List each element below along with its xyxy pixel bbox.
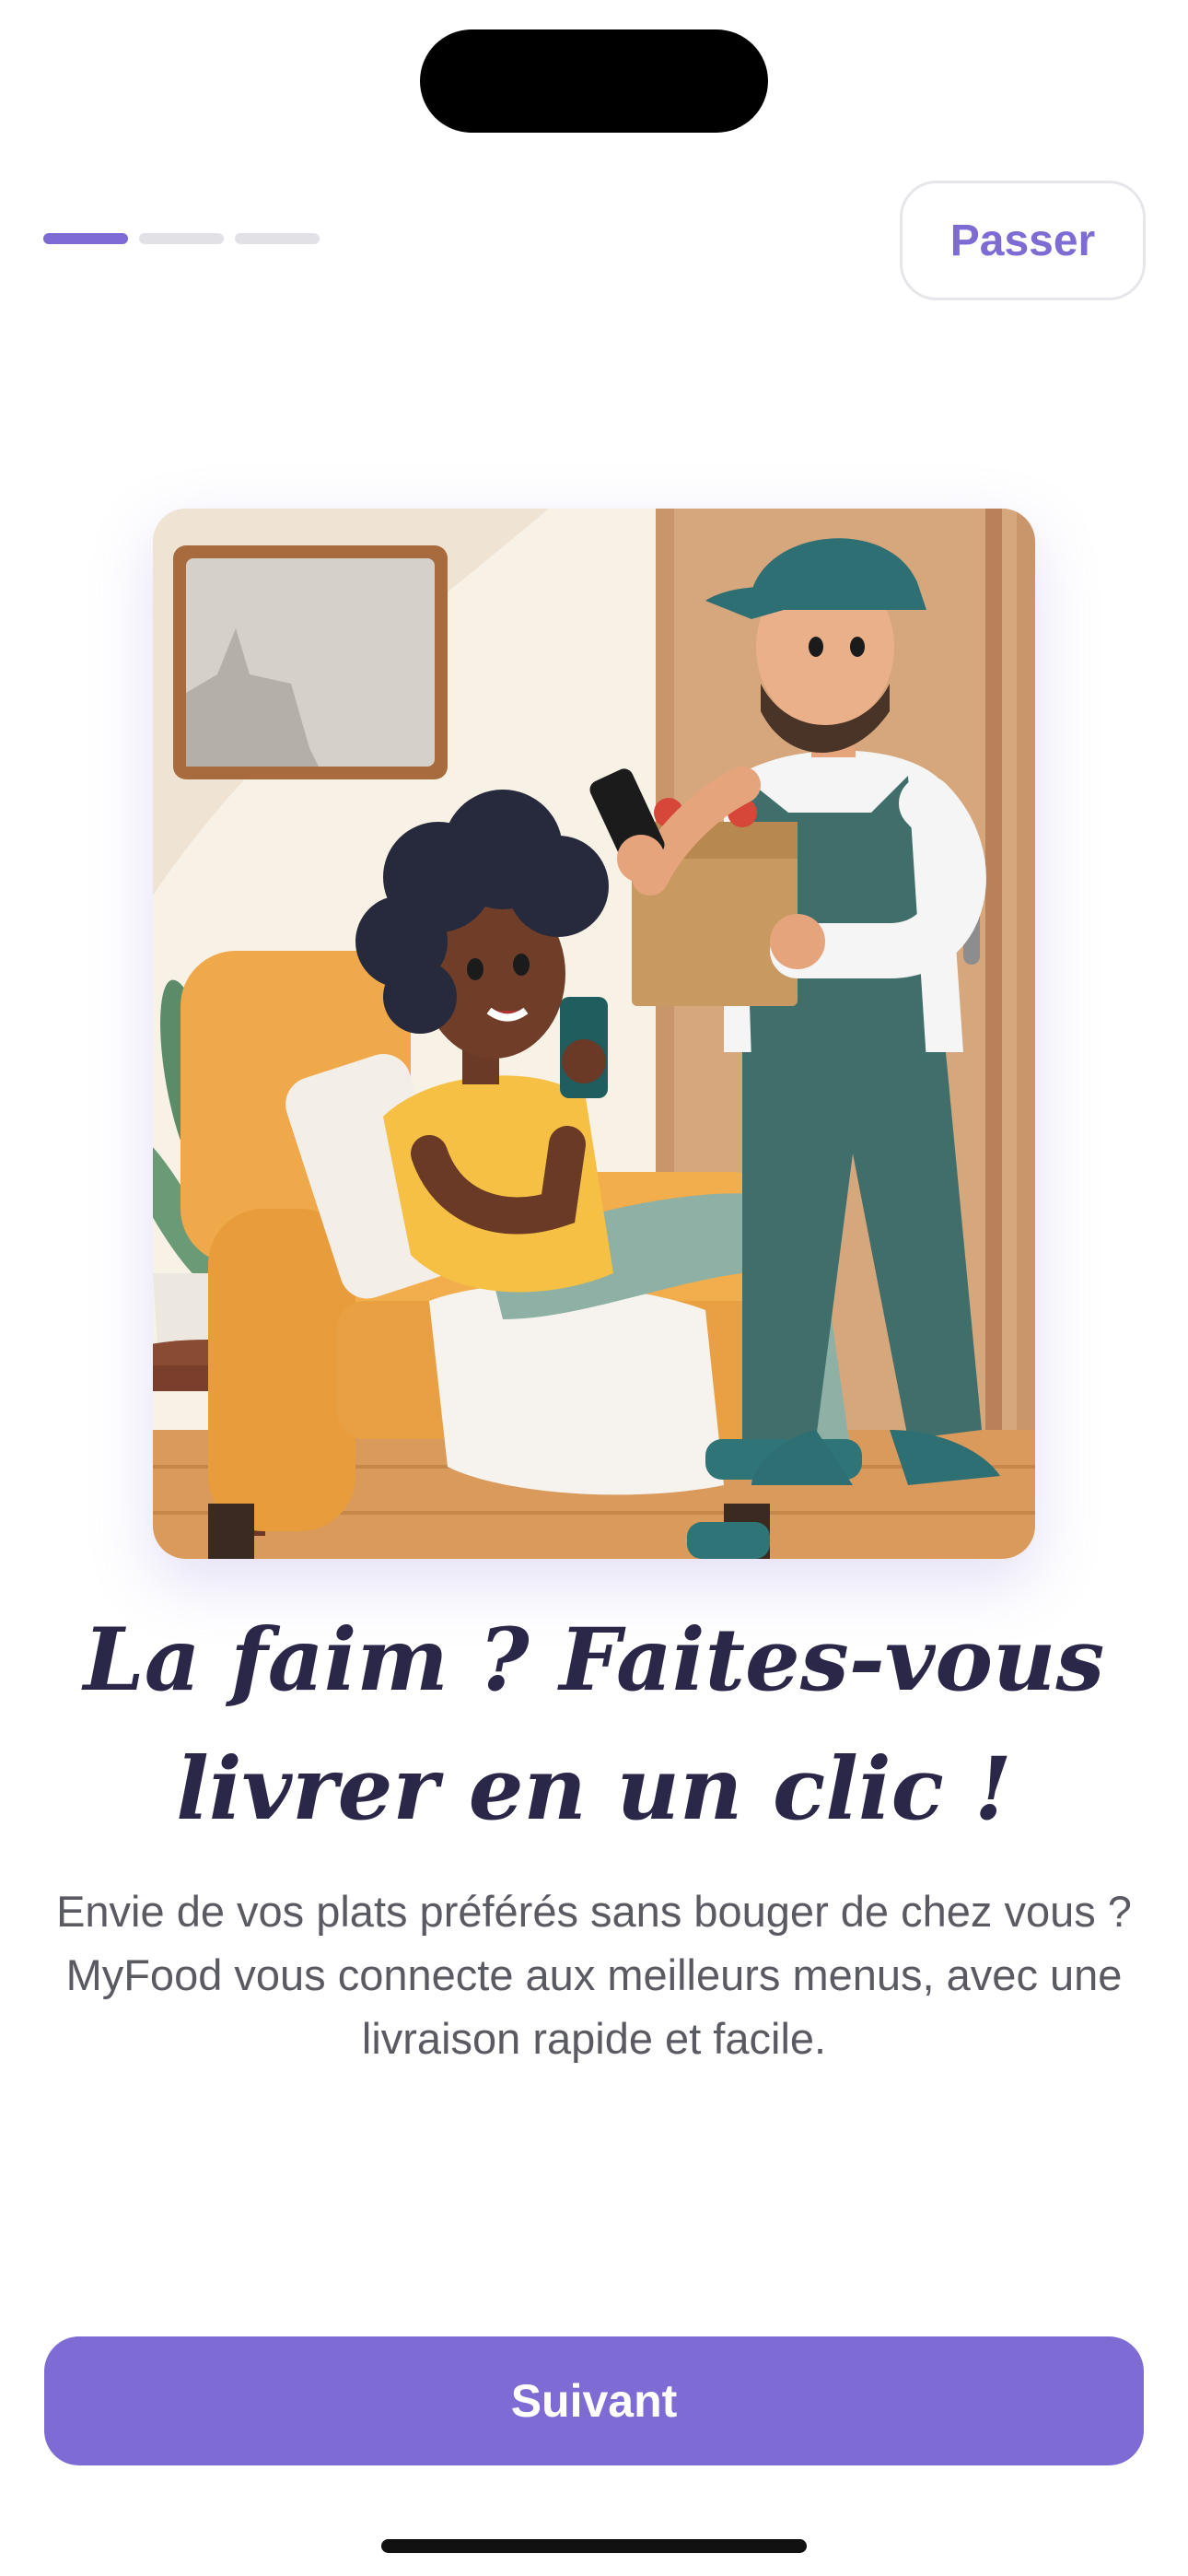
skip-button[interactable]: Passer <box>900 181 1146 300</box>
home-indicator <box>381 2539 807 2553</box>
onboarding-headline: La faim ? Faites-vous livrer en un clic … <box>83 1610 1105 1840</box>
progress-step-1-active <box>43 233 128 244</box>
onboarding-description: Envie de vos plats préférés sans bouger … <box>56 1887 1132 2063</box>
onboarding-progress <box>43 233 320 244</box>
next-button[interactable]: Suivant <box>44 2336 1144 2465</box>
progress-step-3 <box>235 233 320 244</box>
delivery-illustration-svg <box>153 509 1035 1559</box>
delivery-illustration <box>153 509 1035 1559</box>
progress-step-2 <box>139 233 224 244</box>
dynamic-island <box>420 29 768 133</box>
